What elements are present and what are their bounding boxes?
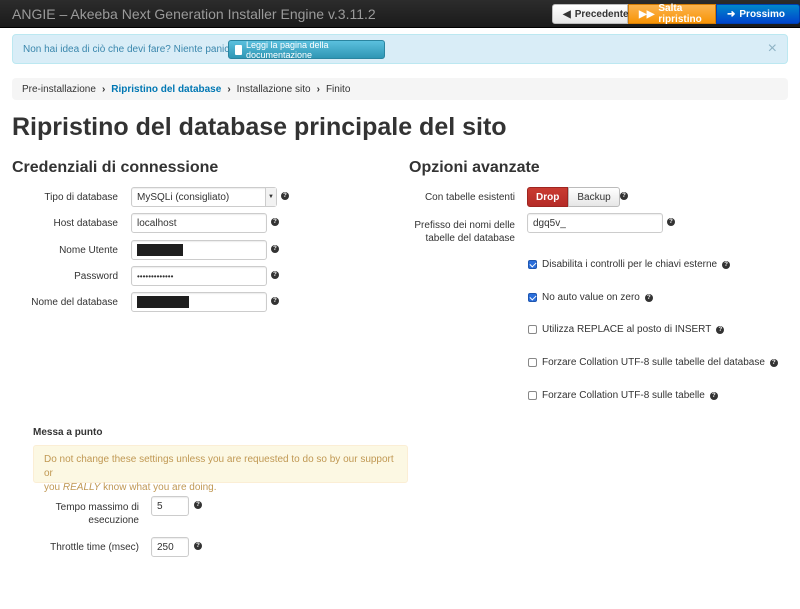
existing-tables-label: Con tabelle esistenti bbox=[424, 192, 515, 203]
help-icon[interactable]: ? bbox=[271, 297, 279, 305]
dbname-label: Nome del database bbox=[31, 297, 118, 308]
checkbox-disable-foreign-keys[interactable]: Disabilita i controlli per le chiavi est… bbox=[528, 259, 731, 270]
help-icon[interactable]: ? bbox=[271, 245, 279, 253]
help-icon[interactable]: ? bbox=[716, 325, 725, 334]
help-icon[interactable]: ? bbox=[620, 192, 628, 200]
breadcrumb-item-finished: Finito bbox=[325, 83, 351, 95]
max-exec-time-input[interactable]: 5 bbox=[151, 496, 189, 516]
checkbox-label: Forzare Collation UTF-8 sulle tabelle de… bbox=[542, 357, 765, 368]
next-button-label: Prossimo bbox=[739, 8, 785, 20]
page-title: Ripristino del database principale del s… bbox=[12, 113, 507, 141]
password-label: Password bbox=[74, 271, 118, 282]
help-icon[interactable]: ? bbox=[194, 501, 202, 509]
drop-button[interactable]: Drop bbox=[527, 187, 569, 207]
caret-down-icon: ▼ bbox=[265, 188, 276, 206]
checkbox[interactable] bbox=[528, 325, 537, 334]
prefix-label-line-2: tabelle del database bbox=[425, 233, 515, 244]
prefix-label-line-1: Prefisso dei nomi delle bbox=[414, 220, 515, 231]
documentation-button[interactable]: Leggi la pagina della documentazione bbox=[228, 39, 385, 60]
chevron-right-icon: › bbox=[101, 83, 106, 95]
breadcrumb-item-site-setup: Installazione sito bbox=[236, 83, 311, 95]
host-label: Host database bbox=[53, 218, 119, 229]
arrow-right-icon: ➜ bbox=[727, 8, 736, 20]
breadcrumb: Pre-installazione › Ripristino del datab… bbox=[12, 78, 788, 100]
app-title: ANGIE – Akeeba Next Generation Installer… bbox=[12, 6, 376, 22]
help-icon[interactable]: ? bbox=[709, 391, 718, 400]
existing-tables-toggle: Drop Backup bbox=[527, 187, 620, 207]
checkbox-label: Disabilita i controlli per le chiavi est… bbox=[542, 259, 718, 270]
info-text: Non hai idea di ciò che devi fare? Nient… bbox=[23, 44, 238, 55]
redacted-value bbox=[137, 244, 183, 256]
documentation-button-label: Leggi la pagina della documentazione bbox=[245, 39, 329, 60]
skip-restore-button[interactable]: ▶▶ Salta ripristino bbox=[628, 3, 716, 25]
backup-button[interactable]: Backup bbox=[568, 187, 620, 207]
checkbox-no-auto-value-on-zero[interactable]: No auto value on zero ? bbox=[528, 292, 653, 303]
password-input[interactable]: ••••••••••••• bbox=[131, 266, 267, 286]
checkbox[interactable] bbox=[528, 391, 537, 400]
checkbox-label: Utilizza REPLACE al posto di INSERT bbox=[542, 324, 712, 335]
help-icon[interactable]: ? bbox=[271, 271, 279, 279]
chevron-right-icon: › bbox=[227, 83, 231, 95]
help-icon[interactable]: ? bbox=[667, 218, 675, 226]
fast-forward-icon: ▶▶ bbox=[639, 8, 655, 20]
previous-button[interactable]: ◀ Precedente bbox=[552, 4, 629, 24]
throttle-value: 250 bbox=[157, 541, 174, 553]
checkbox-use-replace[interactable]: Utilizza REPLACE al posto di INSERT ? bbox=[528, 324, 725, 335]
warning-alert: Do not change these settings unless you … bbox=[33, 445, 408, 493]
username-input[interactable] bbox=[131, 240, 267, 260]
close-icon[interactable]: × bbox=[768, 40, 777, 58]
db-type-label: Tipo di database bbox=[44, 192, 118, 203]
db-type-select[interactable]: MySQLi (consigliato) ▼ bbox=[131, 187, 277, 207]
username-label: Nome Utente bbox=[59, 245, 118, 256]
skip-button-label: Salta ripristino bbox=[658, 3, 702, 25]
password-value: ••••••••••••• bbox=[137, 271, 174, 281]
warning-emphasis: REALLY bbox=[62, 482, 101, 493]
help-icon[interactable]: ? bbox=[644, 293, 653, 302]
dbname-input[interactable] bbox=[131, 292, 267, 312]
checkbox-label: No auto value on zero bbox=[542, 292, 640, 303]
help-icon[interactable]: ? bbox=[722, 260, 731, 269]
help-icon[interactable]: ? bbox=[194, 542, 202, 550]
checkbox[interactable] bbox=[528, 260, 537, 269]
host-value: localhost bbox=[137, 217, 177, 229]
help-icon[interactable]: ? bbox=[281, 192, 289, 200]
max-exec-time-value: 5 bbox=[157, 500, 163, 512]
prefix-label: Prefisso dei nomi delle tabelle del data… bbox=[409, 219, 515, 245]
chevron-right-icon: › bbox=[316, 83, 320, 95]
checkbox[interactable] bbox=[528, 293, 537, 302]
help-icon[interactable]: ? bbox=[271, 218, 279, 226]
prefix-input[interactable]: dgq5v_ bbox=[527, 213, 663, 233]
advanced-heading: Opzioni avanzate bbox=[409, 159, 540, 176]
top-bar: ANGIE – Akeeba Next Generation Installer… bbox=[0, 0, 800, 28]
breadcrumb-item-database: Ripristino del database bbox=[111, 83, 222, 95]
host-input[interactable]: localhost bbox=[131, 213, 267, 233]
connection-heading: Credenziali di connessione bbox=[12, 159, 219, 176]
checkbox-utf8-table-collation[interactable]: Forzare Collation UTF-8 sulle tabelle ? bbox=[528, 390, 718, 401]
breadcrumb-item-preinstall: Pre-installazione bbox=[22, 83, 96, 95]
help-icon[interactable]: ? bbox=[769, 358, 778, 367]
throttle-input[interactable]: 250 bbox=[151, 537, 189, 557]
warning-text-part: know what you are doing. bbox=[100, 482, 217, 493]
document-icon bbox=[235, 44, 242, 55]
checkbox-label: Forzare Collation UTF-8 sulle tabelle bbox=[542, 390, 705, 401]
previous-button-label: Precedente bbox=[574, 8, 629, 20]
throttle-label: Throttle time (msec) bbox=[50, 542, 139, 553]
prefix-value: dgq5v_ bbox=[533, 217, 566, 229]
db-type-value: MySQLi (consigliato) bbox=[137, 191, 230, 203]
debug-heading: Messa a punto bbox=[33, 427, 103, 438]
info-alert: Non hai idea di ciò che devi fare? Nient… bbox=[12, 34, 788, 64]
max-exec-time-label-line-2: esecuzione bbox=[88, 515, 139, 526]
warning-text-part: you bbox=[44, 482, 63, 493]
nav-buttons: ◀ Precedente ▶▶ Salta ripristino ➜ Pross… bbox=[552, 3, 800, 25]
next-button[interactable]: ➜ Prossimo bbox=[716, 4, 800, 24]
arrow-left-icon: ◀ bbox=[563, 8, 571, 20]
max-exec-time-label: Tempo massimo di esecuzione bbox=[33, 501, 139, 527]
checkbox-utf8-db-collation[interactable]: Forzare Collation UTF-8 sulle tabelle de… bbox=[528, 357, 778, 368]
checkbox[interactable] bbox=[528, 358, 537, 367]
redacted-value bbox=[137, 296, 189, 308]
warning-text-line-1: Do not change these settings unless you … bbox=[44, 454, 394, 479]
max-exec-time-label-line-1: Tempo massimo di bbox=[55, 502, 139, 513]
